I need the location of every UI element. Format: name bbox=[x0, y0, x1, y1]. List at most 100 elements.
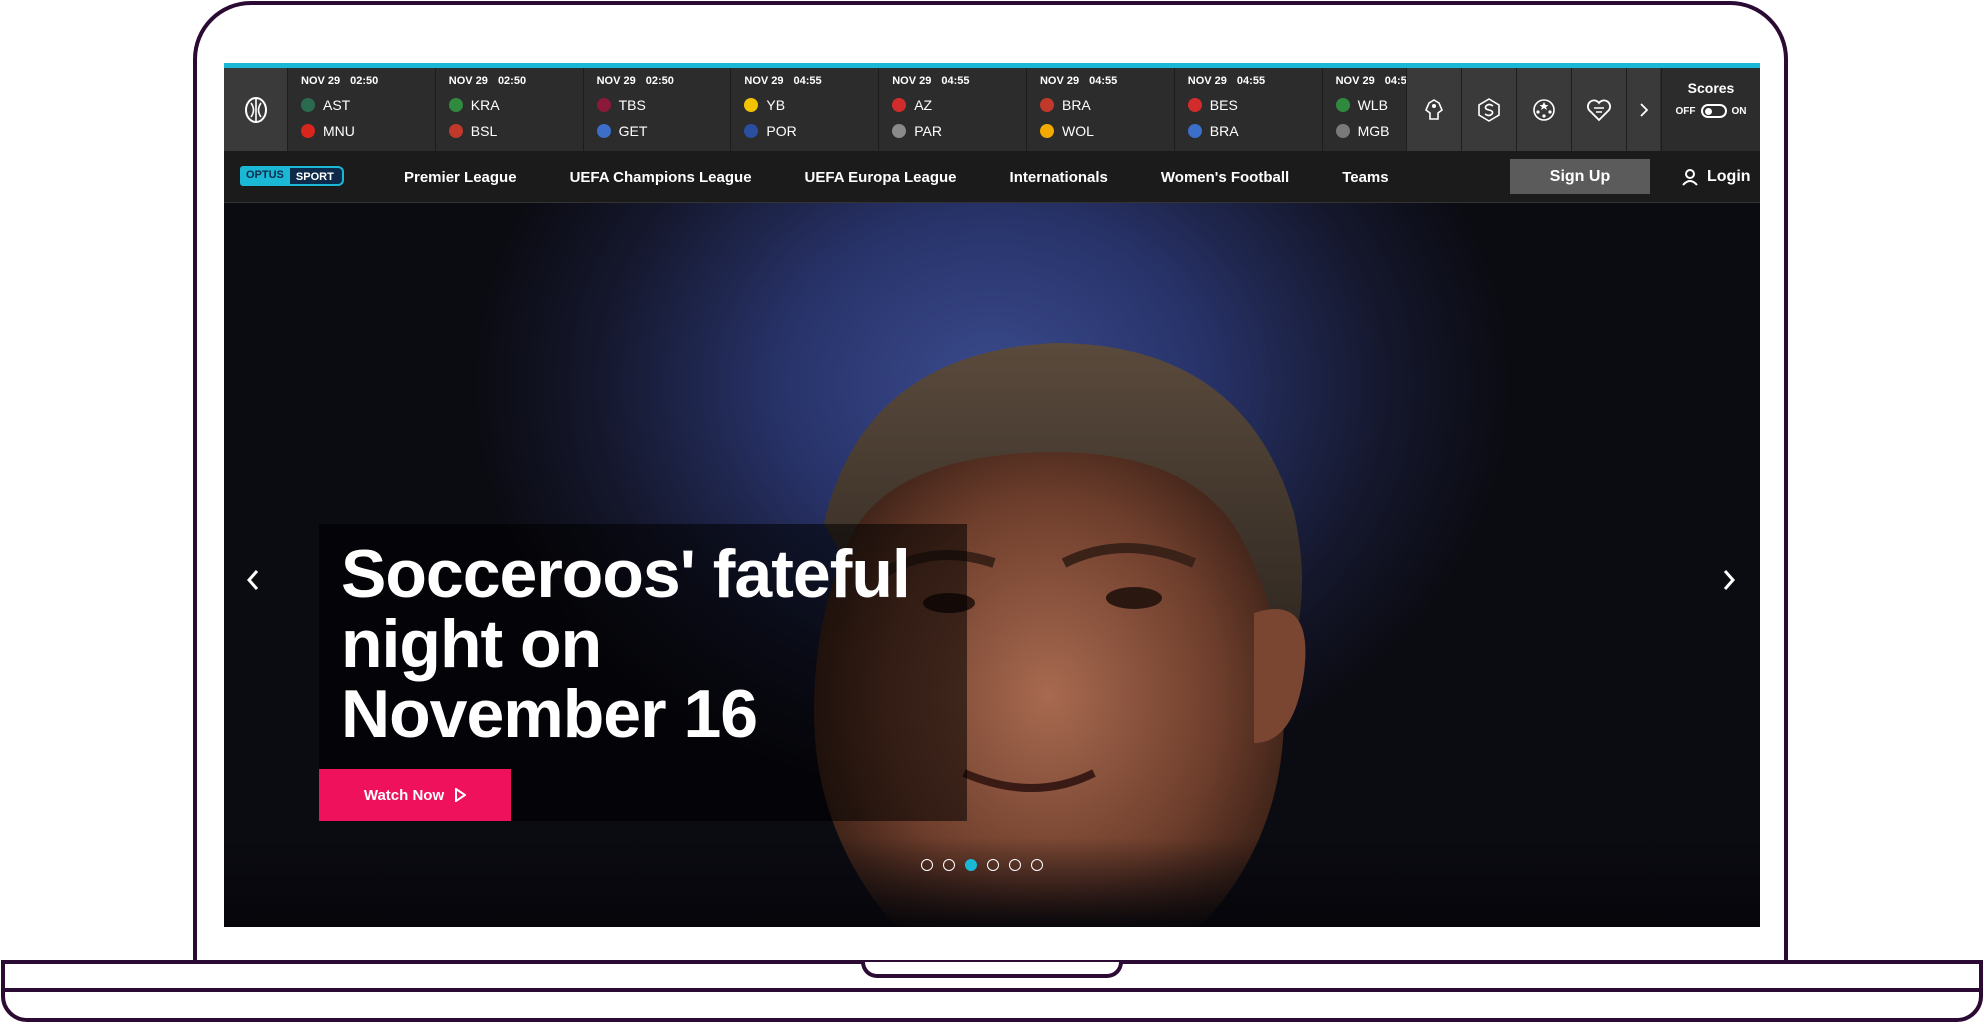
team-crest-icon bbox=[1039, 98, 1054, 112]
screen: NOV 29 02:50 AST MNU NOV 29 02:50 KRA BSL … bbox=[224, 63, 1760, 927]
chevron-right-icon[interactable] bbox=[1714, 565, 1744, 595]
away-team: GET bbox=[618, 123, 648, 139]
match-card[interactable]: NOV 29 04:55 YB POR bbox=[731, 68, 880, 151]
team-crest-icon bbox=[744, 124, 759, 138]
chevron-left-icon[interactable] bbox=[238, 565, 268, 595]
match-list: NOV 29 02:50 AST MNU NOV 29 02:50 KRA BSL … bbox=[288, 68, 1406, 151]
home-team: AST bbox=[323, 97, 351, 113]
user-icon bbox=[1682, 169, 1698, 186]
match-card[interactable]: NOV 29 02:50 AST MNU bbox=[288, 68, 436, 151]
match-time: 02:50 bbox=[350, 75, 379, 87]
scores-label: Scores bbox=[1687, 80, 1735, 96]
away-team: PAR bbox=[914, 123, 942, 139]
match-card[interactable]: NOV 29 04:55 BRA WOL bbox=[1027, 68, 1175, 151]
match-time: 04:55 bbox=[941, 75, 970, 87]
carousel-dot-active[interactable] bbox=[965, 859, 977, 871]
hero-fade bbox=[224, 837, 1760, 927]
match-time: 04:55 bbox=[1384, 75, 1406, 87]
watch-now-label: Watch Now bbox=[363, 786, 445, 804]
match-time: 04:55 bbox=[793, 75, 822, 87]
match-time: 04:55 bbox=[1236, 75, 1266, 87]
nav-premier-league[interactable]: Premier League bbox=[404, 169, 517, 186]
match-date: NOV 29 bbox=[448, 75, 488, 87]
scores-toggle[interactable] bbox=[1700, 104, 1727, 118]
match-date: NOV 29 bbox=[1335, 75, 1375, 87]
away-team: MGB bbox=[1357, 123, 1390, 139]
match-time: 04:55 bbox=[1089, 75, 1118, 87]
score-bar: NOV 29 02:50 AST MNU NOV 29 02:50 KRA BSL … bbox=[224, 63, 1760, 151]
nav-internationals[interactable]: Internationals bbox=[1010, 169, 1108, 186]
hero-headline[interactable]: Socceroos' fateful night on November 16 bbox=[341, 539, 941, 749]
carousel-dots bbox=[921, 859, 1053, 871]
carousel-dot[interactable] bbox=[943, 859, 955, 871]
team-crest-icon bbox=[744, 98, 759, 112]
match-time: 02:50 bbox=[645, 75, 674, 87]
match-card[interactable]: NOV 29 02:50 KRA BSL bbox=[436, 68, 584, 151]
carousel-dot[interactable] bbox=[1009, 859, 1021, 871]
match-date: NOV 29 bbox=[1187, 75, 1227, 87]
laptop-notch bbox=[861, 962, 1123, 978]
nav-womens-football[interactable]: Women's Football bbox=[1161, 169, 1289, 186]
team-crest-icon bbox=[1187, 124, 1202, 138]
toggle-on-label: ON bbox=[1731, 105, 1747, 117]
watch-now-button[interactable]: Watch Now bbox=[319, 769, 511, 821]
login-label: Login bbox=[1707, 168, 1751, 185]
toggle-off-label: OFF bbox=[1675, 105, 1696, 117]
home-team: TBS bbox=[618, 97, 646, 113]
brand-right: SPORT bbox=[289, 166, 344, 186]
match-card[interactable]: NOV 29 04:55 AZ PAR bbox=[879, 68, 1027, 151]
nav-champions-league[interactable]: UEFA Champions League bbox=[570, 169, 752, 186]
nav-teams[interactable]: Teams bbox=[1342, 169, 1388, 186]
brand-left: OPTUS bbox=[240, 166, 290, 186]
premier-league-icon[interactable] bbox=[1406, 68, 1461, 151]
match-card[interactable]: NOV 29 04:55 WLB MGB bbox=[1323, 68, 1406, 151]
team-crest-icon bbox=[1039, 124, 1054, 138]
home-team: WLB bbox=[1357, 97, 1388, 113]
womens-super-league-icon[interactable] bbox=[1461, 68, 1516, 151]
team-crest-icon bbox=[301, 124, 315, 138]
team-crest-icon bbox=[1335, 124, 1350, 138]
carousel-dot[interactable] bbox=[1031, 859, 1043, 871]
team-crest-icon bbox=[448, 98, 463, 112]
competition-tabs bbox=[1406, 68, 1660, 151]
team-crest-icon bbox=[1187, 98, 1202, 112]
team-crest-icon bbox=[892, 124, 907, 138]
nav-links: Premier League UEFA Champions League UEF… bbox=[404, 151, 1442, 203]
team-crest-icon bbox=[892, 98, 907, 112]
match-time: 02:50 bbox=[497, 75, 527, 87]
match-date: NOV 29 bbox=[1039, 75, 1080, 87]
chevron-right-icon[interactable] bbox=[1626, 68, 1660, 151]
europa-league-icon[interactable] bbox=[224, 68, 288, 151]
away-team: BRA bbox=[1209, 123, 1239, 139]
play-icon bbox=[455, 788, 467, 802]
optus-sport-logo[interactable]: OPTUS SPORT bbox=[240, 166, 344, 186]
main-nav: OPTUS SPORT Premier League UEFA Champion… bbox=[224, 151, 1760, 203]
home-team: KRA bbox=[470, 97, 500, 113]
champions-league-icon[interactable] bbox=[1516, 68, 1571, 151]
match-card[interactable]: NOV 29 02:50 TBS GET bbox=[584, 68, 732, 151]
match-card[interactable]: NOV 29 04:55 BES BRA bbox=[1175, 68, 1323, 151]
home-team: BES bbox=[1209, 97, 1238, 113]
home-team: AZ bbox=[914, 97, 933, 113]
home-team: BRA bbox=[1061, 97, 1091, 113]
match-date: NOV 29 bbox=[744, 75, 784, 87]
team-crest-icon bbox=[448, 124, 463, 138]
headline-panel: Socceroos' fateful night on November 16 … bbox=[319, 524, 967, 821]
login-button[interactable]: Login bbox=[1681, 151, 1751, 203]
team-crest-icon bbox=[1335, 98, 1350, 112]
away-team: MNU bbox=[323, 123, 355, 139]
sign-up-button[interactable]: Sign Up bbox=[1510, 159, 1650, 194]
team-crest-icon bbox=[596, 124, 611, 138]
match-date: NOV 29 bbox=[892, 75, 932, 87]
away-team: BSL bbox=[470, 123, 498, 139]
womens-football-icon[interactable] bbox=[1571, 68, 1626, 151]
team-crest-icon bbox=[301, 98, 315, 112]
match-date: NOV 29 bbox=[301, 75, 341, 87]
away-team: WOL bbox=[1061, 123, 1094, 139]
carousel-dot[interactable] bbox=[987, 859, 999, 871]
match-date: NOV 29 bbox=[596, 75, 636, 87]
nav-europa-league[interactable]: UEFA Europa League bbox=[805, 169, 957, 186]
scores-toggle-panel: Scores OFF ON bbox=[1661, 68, 1760, 151]
carousel-dot[interactable] bbox=[921, 859, 933, 871]
hero-carousel: Socceroos' fateful night on November 16 … bbox=[224, 203, 1760, 927]
